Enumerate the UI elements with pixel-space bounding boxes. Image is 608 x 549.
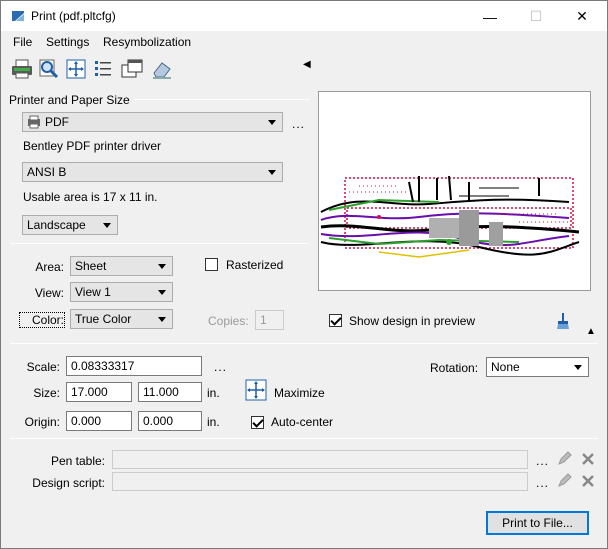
- size-unit: in.: [207, 386, 220, 400]
- chevron-down-icon: [158, 264, 166, 269]
- preview-drawing: [320, 175, 580, 258]
- view-label: View:: [34, 286, 64, 300]
- chevron-down-icon: [158, 290, 166, 295]
- origin-y-input[interactable]: 0.000: [138, 411, 202, 431]
- chevron-down-icon: [268, 120, 276, 125]
- layout-divider: [10, 343, 598, 344]
- minimize-icon: —: [483, 8, 497, 25]
- driver-text: Bentley PDF printer driver: [23, 139, 162, 153]
- rotation-value: None: [491, 360, 520, 374]
- design-script-label: Design script:: [32, 476, 105, 490]
- list-icon[interactable]: [91, 57, 115, 81]
- size-label: Size:: [33, 386, 60, 400]
- printer-icon[interactable]: [10, 57, 34, 81]
- app-icon: [12, 11, 24, 21]
- menu-resymbolization[interactable]: Resymbolization: [103, 35, 191, 49]
- print-to-file-button[interactable]: Print to File...: [486, 511, 589, 535]
- printer-value: PDF: [45, 115, 69, 129]
- design-script-clear-icon[interactable]: [580, 473, 596, 489]
- pen-table-clear-icon[interactable]: [580, 451, 596, 467]
- printer-more-button[interactable]: ...: [292, 117, 305, 131]
- rasterized-checkbox[interactable]: [205, 258, 218, 271]
- origin-label: Origin:: [24, 415, 60, 429]
- brush-icon[interactable]: [555, 312, 571, 330]
- autocenter-checkbox[interactable]: [251, 416, 264, 429]
- menu-settings[interactable]: Settings: [46, 35, 89, 49]
- eraser-icon[interactable]: [150, 57, 174, 81]
- scripts-divider: [10, 438, 598, 439]
- scale-more-button[interactable]: ...: [214, 360, 227, 374]
- autocenter-label: Auto-center: [271, 415, 334, 429]
- menu-file[interactable]: File: [13, 35, 32, 49]
- expand-panel-icon[interactable]: ▲: [586, 326, 596, 337]
- show-design-checkbox[interactable]: [329, 314, 342, 327]
- preview-zoom-icon[interactable]: [37, 57, 61, 81]
- show-design-label: Show design in preview: [349, 314, 476, 328]
- fit-icon[interactable]: [64, 57, 88, 81]
- printer-select[interactable]: PDF: [22, 112, 283, 132]
- pen-table-label: Pen table:: [50, 454, 105, 468]
- close-button[interactable]: ✕: [559, 2, 605, 31]
- copies-label: Copies:: [208, 314, 249, 328]
- maximize-size-icon[interactable]: [245, 379, 267, 401]
- chevron-down-icon: [158, 317, 166, 322]
- scale-label: Scale:: [26, 360, 60, 374]
- pdf-printer-icon: [28, 115, 40, 129]
- orientation-value: Landscape: [27, 218, 86, 232]
- close-icon: ✕: [576, 8, 588, 24]
- print-preview: [318, 91, 591, 291]
- paper-size-select[interactable]: ANSI B: [22, 162, 283, 182]
- origin-x-input[interactable]: 0.000: [66, 411, 132, 431]
- chevron-down-icon: [574, 365, 582, 370]
- options-divider: [10, 243, 308, 244]
- area-select[interactable]: Sheet: [70, 256, 173, 276]
- title-bar[interactable]: Print (pdf.pltcfg) — ☐ ✕: [1, 1, 607, 31]
- rotation-select[interactable]: None: [486, 357, 589, 377]
- scale-input[interactable]: 0.08333317: [66, 356, 202, 376]
- color-label: Color:: [19, 312, 65, 328]
- design-script-more-button[interactable]: ...: [536, 476, 549, 490]
- color-select[interactable]: True Color: [70, 309, 173, 329]
- rotation-label: Rotation:: [430, 361, 479, 375]
- design-script-edit-icon[interactable]: [556, 473, 572, 489]
- window-icon[interactable]: [120, 57, 144, 81]
- printer-section-label: Printer and Paper Size: [9, 93, 134, 107]
- pen-table-input[interactable]: [112, 450, 528, 469]
- size-height-input[interactable]: 11.000: [138, 382, 202, 402]
- orientation-select[interactable]: Landscape: [22, 215, 118, 235]
- size-width-input[interactable]: 17.000: [66, 382, 132, 402]
- area-label: Area:: [35, 260, 64, 274]
- maximize-button[interactable]: ☐: [513, 2, 559, 31]
- design-script-input[interactable]: [112, 472, 528, 491]
- maximize-icon: ☐: [529, 8, 543, 24]
- pen-table-edit-icon[interactable]: [556, 451, 572, 467]
- area-value: Sheet: [75, 259, 107, 273]
- chevron-down-icon: [103, 223, 111, 228]
- paper-size-value: ANSI B: [27, 165, 67, 179]
- chevron-down-icon: [268, 170, 276, 175]
- color-value: True Color: [75, 312, 132, 326]
- maximize-label[interactable]: Maximize: [274, 386, 325, 400]
- collapse-panel-icon[interactable]: ◀: [303, 59, 311, 70]
- origin-unit: in.: [207, 415, 220, 429]
- menu-bar: File Settings Resymbolization: [1, 31, 607, 51]
- copies-input[interactable]: 1: [255, 310, 284, 330]
- rasterized-label: Rasterized: [226, 258, 284, 272]
- view-value: View 1: [75, 285, 111, 299]
- minimize-button[interactable]: —: [467, 2, 513, 31]
- window-title: Print (pdf.pltcfg): [31, 9, 116, 23]
- view-select[interactable]: View 1: [70, 282, 173, 302]
- usable-area-text: Usable area is 17 x 11 in.: [23, 190, 158, 204]
- pen-table-more-button[interactable]: ...: [536, 454, 549, 468]
